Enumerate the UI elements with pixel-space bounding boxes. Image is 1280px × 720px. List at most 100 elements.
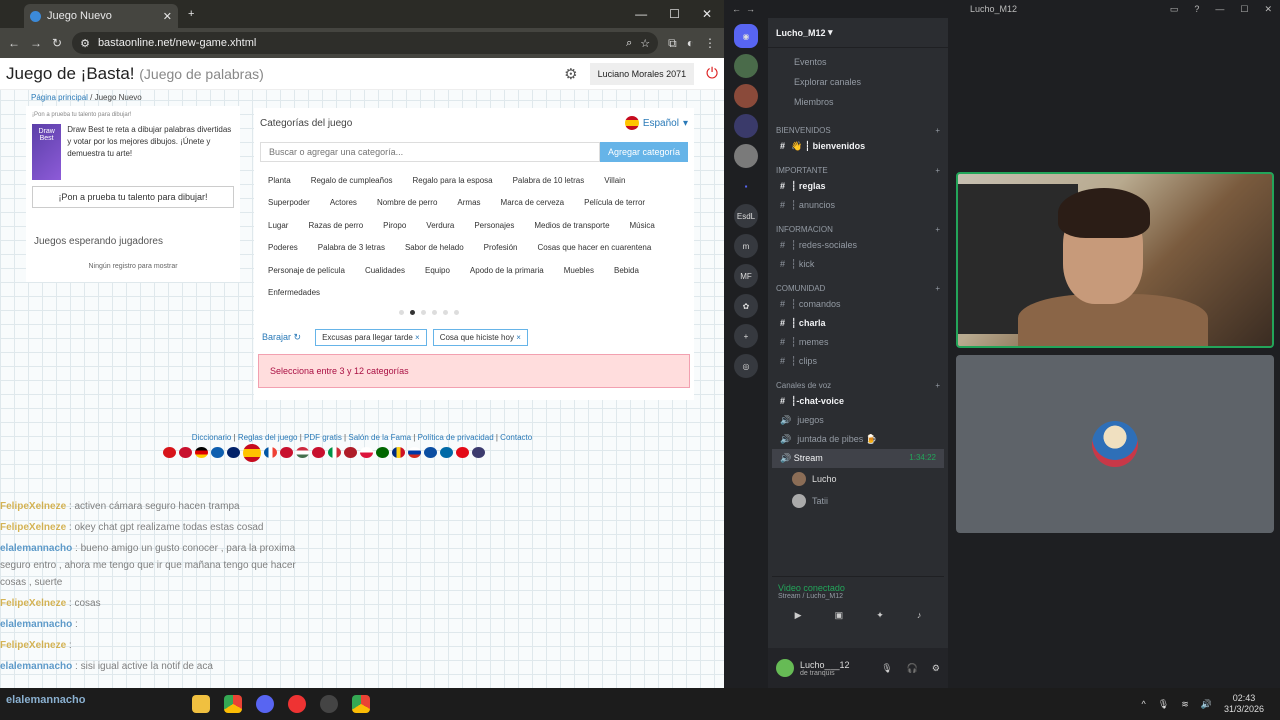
flag-icon[interactable] <box>360 447 373 458</box>
participant-tile[interactable] <box>956 355 1274 533</box>
category-chip[interactable]: Palabra de 10 letras <box>503 170 595 192</box>
flag-icon[interactable] <box>163 447 176 458</box>
close-window-button[interactable]: ✕ <box>702 7 712 21</box>
flag-icon[interactable] <box>328 447 341 458</box>
avatar[interactable] <box>776 659 794 677</box>
category-chip[interactable]: Piropo <box>373 215 416 237</box>
page-dot[interactable] <box>432 310 437 316</box>
flag-icon[interactable] <box>312 447 325 458</box>
category-chip[interactable]: Sabor de helado <box>395 237 474 259</box>
category-chip[interactable]: Planta <box>258 170 301 192</box>
flag-icon[interactable] <box>264 447 277 458</box>
close-window-button[interactable]: ✕ <box>1264 4 1272 15</box>
flag-icon[interactable] <box>243 444 261 462</box>
media-player-icon[interactable] <box>288 695 306 713</box>
wifi-icon[interactable]: ≋ <box>1181 699 1189 710</box>
microphone-icon[interactable]: 🎙 <box>1158 699 1169 710</box>
category-chip[interactable]: Armas <box>447 192 490 214</box>
server-header[interactable]: Lucho_M12 ▾ <box>768 18 948 48</box>
server-icon[interactable] <box>734 144 758 168</box>
reload-icon[interactable]: ↻ <box>52 36 62 50</box>
text-channel[interactable]: # ┆ reglas <box>768 177 948 196</box>
clock[interactable]: 02:43 31/3/2026 <box>1224 693 1264 715</box>
category-chip[interactable]: Superpoder <box>258 192 320 214</box>
server-icon[interactable]: m <box>734 234 758 258</box>
flag-icon[interactable] <box>179 447 192 458</box>
server-icon[interactable] <box>734 84 758 108</box>
voice-channel[interactable]: # ┆-chat-voice <box>768 392 948 411</box>
forward-icon[interactable]: → <box>746 4 755 14</box>
zoom-icon[interactable]: ⌕ <box>626 37 632 50</box>
chevron-up-icon[interactable]: ^ <box>1142 699 1146 709</box>
text-channel[interactable]: # ┆ redes-sociales <box>768 236 948 255</box>
page-dot[interactable] <box>421 310 426 316</box>
category-search-input[interactable] <box>260 142 600 162</box>
back-icon[interactable]: ← <box>732 4 741 14</box>
add-channel-icon[interactable]: + <box>935 225 940 234</box>
add-server-icon[interactable]: + <box>734 324 758 348</box>
extensions-icon[interactable]: ⧉ <box>668 36 677 51</box>
footer-link[interactable]: Reglas del juego <box>238 433 298 442</box>
add-channel-icon[interactable]: + <box>935 284 940 293</box>
category-chip[interactable]: Bebida <box>604 260 649 282</box>
voice-user[interactable]: Lucho <box>768 468 948 490</box>
category-chip[interactable]: Apodo de la primaria <box>460 260 554 282</box>
server-icon[interactable]: EsdL <box>734 204 758 228</box>
category-chip[interactable]: Cualidades <box>355 260 415 282</box>
minimize-button[interactable]: — <box>1215 4 1224 15</box>
camera-icon[interactable]: ▶ <box>795 610 802 621</box>
flag-icon[interactable] <box>195 447 208 458</box>
flag-icon[interactable] <box>424 447 437 458</box>
user-name[interactable]: Luciano Morales 2071 <box>589 62 695 85</box>
user-settings-gear-icon[interactable]: ⚙ <box>932 663 940 674</box>
flag-icon[interactable] <box>211 447 224 458</box>
text-channel[interactable]: # ┆ memes <box>768 333 948 352</box>
minimize-button[interactable]: — <box>635 7 647 21</box>
pagination-dots[interactable] <box>164 310 694 316</box>
volume-icon[interactable]: 🔊 <box>1201 699 1212 710</box>
channel-category[interactable]: COMUNIDAD + <box>768 274 948 295</box>
settings-gear-icon[interactable]: ⚙ <box>564 65 577 83</box>
footer-link[interactable]: Diccionario <box>192 433 232 442</box>
address-bar[interactable]: ⚙ bastaonline.net/new-game.xhtml ⌕ ☆ <box>72 32 659 54</box>
footer-link[interactable]: PDF gratis <box>304 433 342 442</box>
category-chip[interactable]: Equipo <box>415 260 460 282</box>
page-dot[interactable] <box>454 310 459 316</box>
screen-share-icon[interactable]: ▣ <box>835 610 844 621</box>
category-chip[interactable]: Regalo para la esposa <box>403 170 503 192</box>
category-chip[interactable]: Lugar <box>258 215 298 237</box>
power-logout-icon[interactable]: ⏻ <box>706 65 718 82</box>
category-chip[interactable]: Música <box>620 215 665 237</box>
tab-close-icon[interactable]: ✕ <box>163 10 172 23</box>
flag-icon[interactable] <box>472 447 485 458</box>
footer-link[interactable]: Salón de la Fama <box>348 433 411 442</box>
category-chip[interactable]: Marca de cerveza <box>491 192 575 214</box>
channel-category[interactable]: BIENVENIDOS + <box>768 116 948 137</box>
footer-link[interactable]: Contacto <box>500 433 532 442</box>
category-chip[interactable]: Regalo de cumpleaños <box>301 170 403 192</box>
category-chip[interactable]: Actores <box>320 192 367 214</box>
webcam-video-tile[interactable] <box>956 172 1274 348</box>
channel-category[interactable]: IMPORTANTE + <box>768 156 948 177</box>
menu-icon[interactable]: ⋮ <box>704 36 716 50</box>
voice-category[interactable]: Canales de voz + <box>768 371 948 392</box>
active-voice-channel[interactable]: 🔊 Stream 1:34:22 <box>772 449 944 468</box>
page-dot[interactable] <box>399 310 404 316</box>
flag-icon[interactable] <box>456 447 469 458</box>
nav-events[interactable]: Eventos <box>776 52 940 72</box>
discord-icon[interactable] <box>256 695 274 713</box>
flag-icon[interactable] <box>296 447 309 458</box>
obs-icon[interactable] <box>320 695 338 713</box>
server-icon[interactable]: MF <box>734 264 758 288</box>
page-dot[interactable] <box>443 310 448 316</box>
page-dot-active[interactable] <box>410 310 415 316</box>
text-channel[interactable]: # ┆ clips <box>768 352 948 371</box>
category-chip[interactable]: Personajes <box>464 215 524 237</box>
voice-channel[interactable]: 🔊 juntada de pibes 🍺 <box>768 430 948 449</box>
explore-icon[interactable]: ◎ <box>734 354 758 378</box>
back-icon[interactable]: ← <box>8 36 20 50</box>
flag-icon[interactable] <box>392 447 405 458</box>
nav-explore-channels[interactable]: Explorar canales <box>776 72 940 92</box>
text-channel[interactable]: # ┆ kick <box>768 255 948 274</box>
shuffle-button[interactable]: Barajar ↻ <box>262 332 301 343</box>
